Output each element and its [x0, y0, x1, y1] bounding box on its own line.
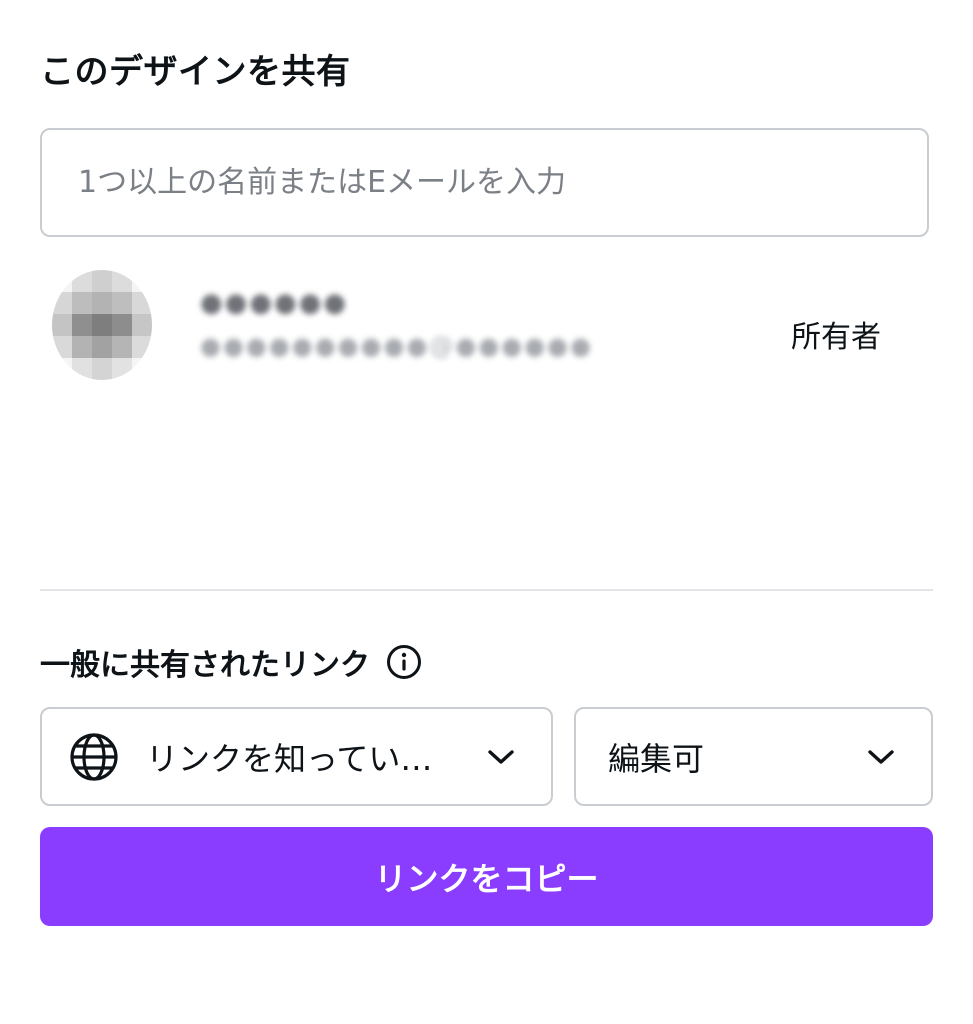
chevron-down-icon [867, 748, 895, 766]
member-avatar [52, 270, 152, 380]
permission-dropdown[interactable]: 編集可 [574, 707, 933, 806]
general-link-section: 一般に共有されたリンク [40, 640, 422, 684]
chevron-down-icon [487, 748, 515, 766]
divider [40, 589, 933, 591]
dialog-title: このデザインを共有 [40, 52, 351, 92]
copy-link-button[interactable]: リンクをコピー [40, 827, 933, 926]
permission-label: 編集可 [608, 739, 705, 778]
member-role: 所有者 [791, 320, 881, 355]
member-name: ●●●●●● [200, 288, 349, 318]
invite-people-input[interactable] [40, 128, 929, 237]
general-link-title: 一般に共有されたリンク [40, 648, 370, 683]
globe-icon [68, 731, 120, 783]
info-icon[interactable] [386, 644, 422, 680]
link-access-dropdown[interactable]: リンクを知っている... [40, 707, 553, 806]
member-info-blurred: ●●●●●● ●●●●●●●●●●@●●●●●● [200, 288, 600, 380]
link-access-label: リンクを知っている... [146, 739, 462, 778]
member-row: ●●●●●● ●●●●●●●●●●@●●●●●● 所有者 [40, 262, 933, 392]
member-email: ●●●●●●●●●●@●●●●●● [200, 332, 594, 360]
